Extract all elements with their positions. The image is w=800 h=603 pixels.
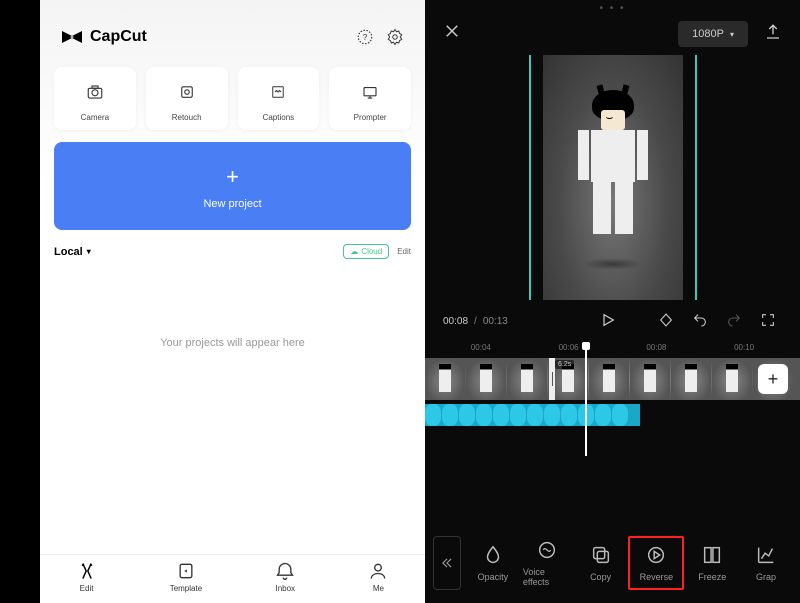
nav-edit[interactable]: Edit [77,561,97,593]
keyframe-icon [658,312,674,328]
tool-label: Prompter [354,113,387,122]
chevron-down-icon: ▾ [87,247,91,256]
fullscreen-icon [760,312,776,328]
tool-label: Camera [81,113,109,122]
copy-icon [590,544,612,566]
nav-me[interactable]: Me [368,561,388,593]
editor-panel: • • • 1080P ▾ [425,0,800,603]
video-clip[interactable] [425,358,800,400]
close-button[interactable] [443,22,461,46]
export-button[interactable] [764,23,782,46]
nav-template[interactable]: Template [170,561,202,593]
collapse-toolbar-button[interactable] [433,536,461,590]
capcut-header: CapCut ? [40,0,425,67]
trim-handle-right[interactable] [695,55,697,300]
new-project-button[interactable]: + New project [54,142,411,230]
time-total: 00:13 [483,316,508,327]
bottom-nav: Edit Template Inbox Me [40,554,425,603]
tool-opacity[interactable]: Opacity [467,538,519,588]
split-handle[interactable] [549,358,555,400]
tool-retouch[interactable]: Retouch [146,67,228,130]
new-project-label: New project [203,198,261,210]
local-dropdown[interactable]: Local ▾ [54,246,91,258]
capcut-logo: CapCut [60,25,147,49]
tool-voice-effects[interactable]: Voice effects [521,533,573,593]
audio-clip[interactable] [425,404,640,426]
graph-icon [755,544,777,566]
camera-icon [86,83,104,101]
empty-projects-message: Your projects will appear here [40,259,425,554]
cloud-badge[interactable]: ☁ Cloud [343,244,389,259]
retouch-icon [178,83,196,101]
tool-camera[interactable]: Camera [54,67,136,130]
plus-icon: + [768,369,779,390]
keyframe-button[interactable] [658,312,674,331]
timeline-ruler[interactable]: 00:04 00:06 00:08 00:10 [425,337,800,356]
opacity-icon [482,544,504,566]
template-icon [176,561,196,581]
tool-reverse[interactable]: Reverse [628,536,684,590]
character-figure [578,90,648,245]
play-icon [600,312,616,328]
preview-area [425,55,800,306]
me-icon [368,561,388,581]
play-button[interactable] [600,312,616,331]
redo-button[interactable] [726,312,742,331]
cloud-icon: ☁ [350,247,358,256]
tool-label: Captions [263,113,295,122]
left-spacer [0,0,40,603]
tool-prompter[interactable]: Prompter [329,67,411,130]
tool-freeze[interactable]: Freeze [686,538,738,588]
undo-button[interactable] [692,312,708,331]
undo-icon [692,312,708,328]
chevron-down-icon: ▾ [730,30,734,39]
drag-handle-dots: • • • [425,0,800,17]
tool-graph[interactable]: Grap [740,538,792,588]
playback-controls: 00:08 / 00:13 [425,306,800,337]
video-track[interactable]: 6.2s + [425,358,800,400]
audio-track[interactable] [425,404,800,426]
tool-label: Retouch [172,113,202,122]
app-container: CapCut ? Camera Retouch C [0,0,800,603]
playhead[interactable] [585,346,587,456]
resolution-button[interactable]: 1080P ▾ [678,21,748,47]
video-preview[interactable] [543,55,683,300]
time-separator: / [474,316,477,327]
fullscreen-button[interactable] [760,312,776,331]
editor-header: 1080P ▾ [425,17,800,55]
projects-filter-row: Local ▾ ☁ Cloud Edit [40,230,425,259]
settings-icon[interactable] [385,27,405,47]
captions-icon [269,83,287,101]
trim-handle-left[interactable] [529,55,531,300]
nav-inbox[interactable]: Inbox [275,561,295,593]
inbox-icon [275,561,295,581]
timeline-area[interactable]: 6.2s + [425,356,800,451]
editor-toolbar: Opacity Voice effects Copy Reverse Freez… [425,517,800,603]
help-icon[interactable]: ? [355,27,375,47]
chevron-double-left-icon [440,556,454,570]
add-clip-button[interactable]: + [758,364,788,394]
capcut-home-panel: CapCut ? Camera Retouch C [40,0,425,603]
app-name: CapCut [90,28,147,46]
voice-effects-icon [536,539,558,561]
clip-duration-badge: 6.2s [555,360,574,369]
edit-projects-link[interactable]: Edit [397,247,411,256]
edit-icon [77,561,97,581]
prompter-icon [361,83,379,101]
time-current: 00:08 [443,316,468,327]
capcut-logo-icon [60,25,84,49]
tool-captions[interactable]: Captions [238,67,320,130]
freeze-icon [701,544,723,566]
redo-icon [726,312,742,328]
svg-text:?: ? [363,33,368,42]
quick-tools-row: Camera Retouch Captions Prompter [40,67,425,130]
reverse-icon [645,544,667,566]
close-icon [443,22,461,40]
tool-copy[interactable]: Copy [575,538,627,588]
export-icon [764,23,782,41]
plus-icon: + [226,166,239,188]
